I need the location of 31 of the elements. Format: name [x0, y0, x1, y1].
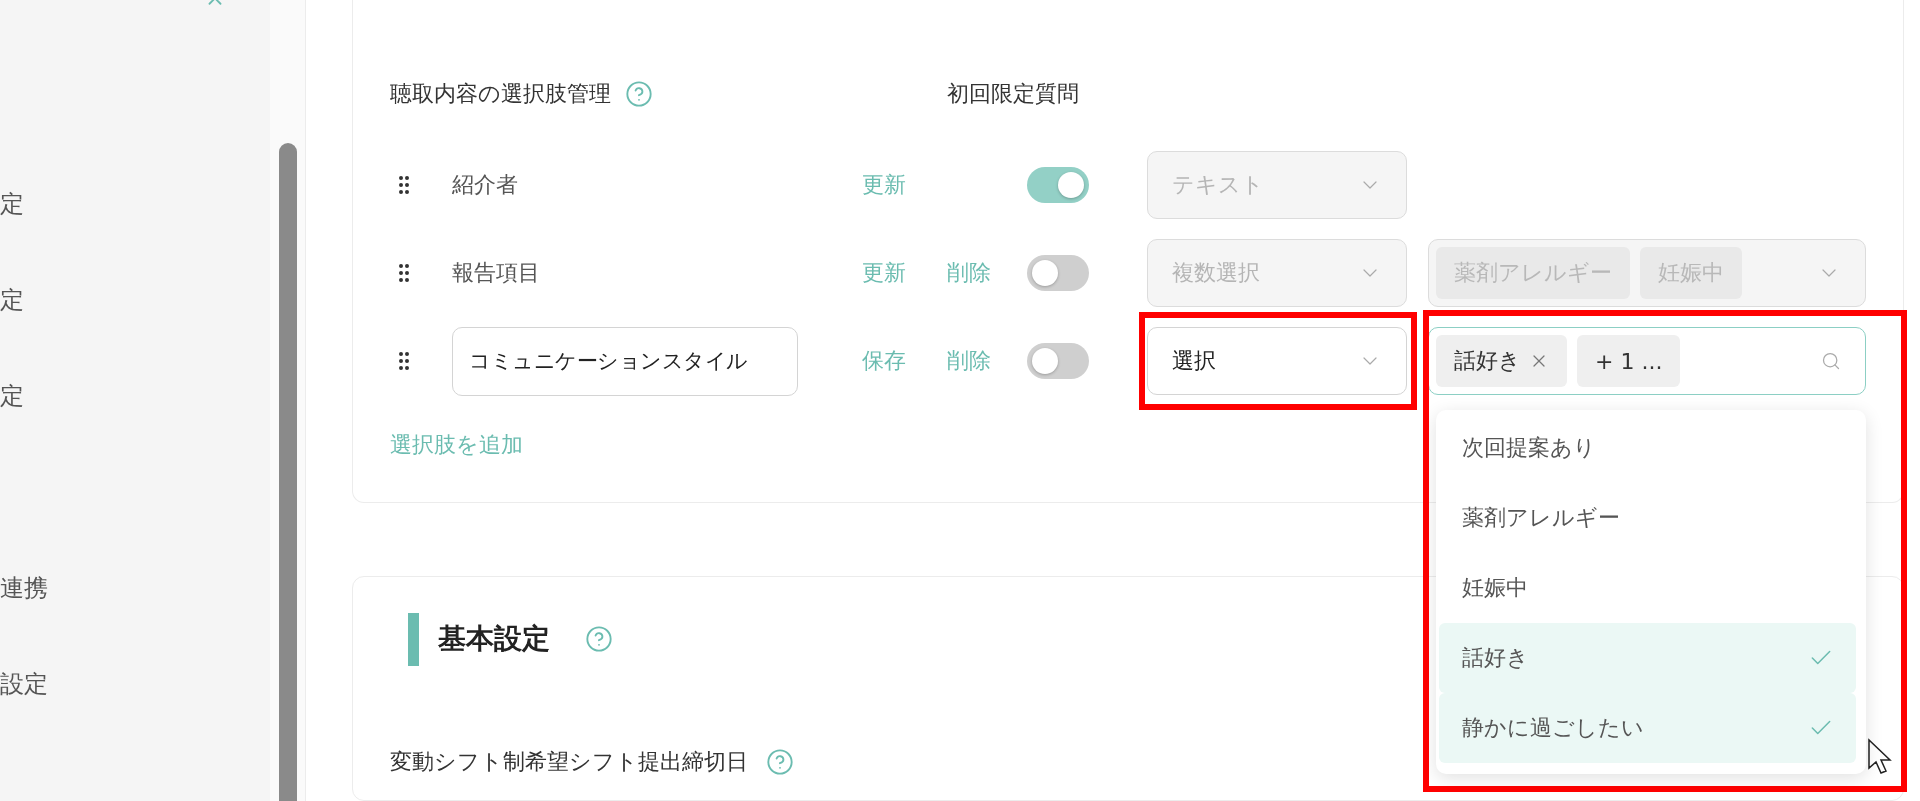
- pointer-icon: [1867, 738, 1893, 776]
- sidebar-item[interactable]: 定: [0, 276, 24, 372]
- help-icon[interactable]: [625, 80, 653, 108]
- search-icon: [1821, 351, 1841, 371]
- sidebar-item[interactable]: 定: [0, 372, 24, 468]
- heading-accent: [408, 612, 419, 666]
- toggle-switch[interactable]: [1027, 167, 1089, 203]
- field-label: 変動シフト制希望シフト提出締切日: [390, 748, 748, 776]
- dropdown-option[interactable]: 薬剤アレルギー: [1439, 483, 1856, 553]
- dropdown-option[interactable]: 話好き: [1439, 623, 1856, 693]
- toggle-switch[interactable]: [1027, 255, 1089, 291]
- column-header: 初回限定質問: [947, 80, 1080, 108]
- help-icon[interactable]: [585, 625, 613, 653]
- options-multi-select[interactable]: 話好き + 1 ...: [1428, 327, 1866, 395]
- dropdown-option[interactable]: 妊娠中: [1439, 553, 1856, 623]
- dropdown-option[interactable]: 次回提案あり: [1439, 413, 1856, 483]
- section-label: 聴取内容の選択肢管理: [390, 80, 611, 108]
- option-tag: + 1 ...: [1577, 335, 1681, 387]
- item-label: 紹介者: [452, 171, 518, 199]
- option-tag: 話好き: [1436, 335, 1567, 387]
- help-icon[interactable]: [766, 748, 794, 776]
- scrollbar-thumb[interactable]: [278, 143, 297, 801]
- type-select[interactable]: 選択: [1147, 327, 1407, 395]
- sidebar-item[interactable]: 設定: [0, 660, 48, 756]
- dropdown-option[interactable]: 静かに過ごしたい: [1439, 693, 1856, 763]
- section-heading: 基本設定: [438, 621, 550, 657]
- sidebar-item[interactable]: 定: [0, 180, 24, 276]
- item-label: 報告項目: [452, 259, 540, 287]
- sidebar-item[interactable]: 連携: [0, 564, 48, 660]
- name-input[interactable]: コミュニケーションスタイル: [452, 326, 798, 396]
- toggle-switch[interactable]: [1027, 343, 1089, 379]
